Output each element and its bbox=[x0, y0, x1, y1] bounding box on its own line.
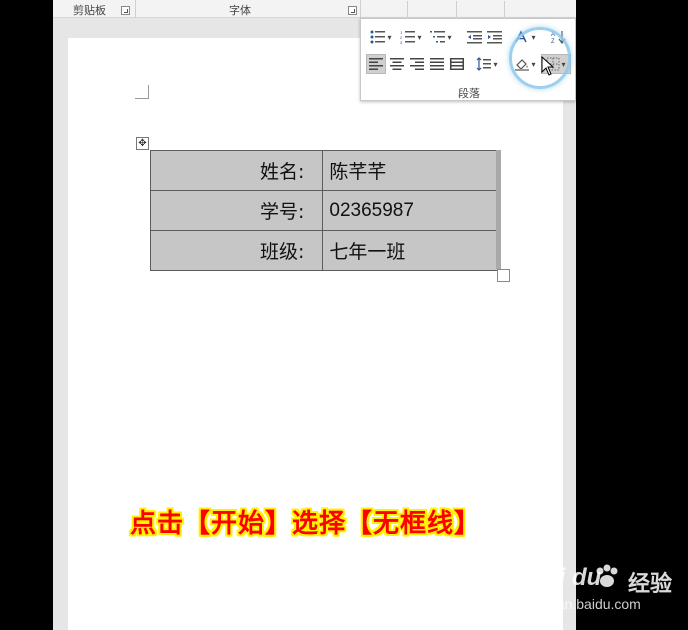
justify-icon bbox=[430, 58, 444, 70]
paragraph-group-label: 段落 bbox=[458, 87, 480, 100]
svg-text:Z: Z bbox=[551, 39, 555, 44]
chevron-down-icon[interactable]: ▾ bbox=[387, 33, 391, 42]
table-row[interactable]: 姓名: 陈芊芊 bbox=[149, 150, 498, 191]
bullets-button[interactable]: ▾ bbox=[367, 27, 395, 47]
decrease-indent-button[interactable] bbox=[465, 27, 485, 47]
justify-button[interactable] bbox=[427, 54, 447, 74]
align-center-icon bbox=[390, 58, 404, 70]
numbering-icon: 123 bbox=[400, 30, 416, 44]
name-value-cell[interactable]: 陈芊芊 bbox=[322, 150, 498, 191]
tab-divider bbox=[407, 1, 408, 19]
table-row[interactable]: 班级: 七年一班 bbox=[149, 230, 498, 271]
sort-icon: AZ bbox=[551, 31, 566, 44]
name-label-cell[interactable]: 姓名: bbox=[149, 150, 324, 191]
table-resize-handle[interactable] bbox=[497, 269, 510, 282]
chinese-layout-icon bbox=[515, 30, 528, 43]
chevron-down-icon[interactable]: ▾ bbox=[561, 60, 565, 69]
multilevel-list-icon bbox=[430, 31, 446, 43]
chevron-down-icon[interactable]: ▾ bbox=[531, 60, 535, 69]
chevron-down-icon[interactable]: ▾ bbox=[447, 33, 451, 42]
font-launcher-icon[interactable] bbox=[348, 6, 357, 15]
clipboard-launcher-icon[interactable] bbox=[121, 6, 130, 15]
bullets-icon bbox=[370, 30, 386, 44]
sort-button[interactable]: AZ bbox=[549, 27, 569, 47]
watermark-url: jingyan.baidu.com bbox=[528, 596, 641, 612]
numbering-button[interactable]: 1 2 3 ▾ bbox=[397, 27, 425, 47]
increase-indent-button[interactable] bbox=[485, 27, 505, 47]
margin-corner-mark bbox=[135, 85, 149, 99]
id-value-cell[interactable]: 02365987 bbox=[322, 190, 498, 231]
table-right-edge bbox=[496, 150, 501, 269]
decrease-indent-icon bbox=[467, 31, 482, 44]
instruction-caption: 点击【开始】选择【无框线】 bbox=[130, 509, 482, 539]
line-spacing-button[interactable]: ▾ bbox=[473, 54, 501, 74]
distributed-button[interactable] bbox=[447, 54, 467, 74]
align-right-icon bbox=[410, 58, 424, 70]
class-value-cell[interactable]: 七年一班 bbox=[322, 230, 498, 271]
multilevel-list-button[interactable]: ▾ bbox=[427, 27, 455, 47]
info-table[interactable]: 姓名: 陈芊芊 学号: 02365987 班级: 七年一班 bbox=[149, 150, 498, 271]
table-move-handle-icon[interactable]: ✥ bbox=[136, 137, 149, 150]
shading-button[interactable]: ▾ bbox=[511, 54, 539, 74]
table-row[interactable]: 学号: 02365987 bbox=[149, 190, 498, 231]
paw-icon bbox=[596, 564, 618, 587]
distributed-icon bbox=[450, 58, 464, 70]
chevron-down-icon[interactable]: ▾ bbox=[493, 60, 497, 69]
chevron-down-icon[interactable]: ▾ bbox=[417, 33, 421, 42]
watermark-brand: 经验 bbox=[628, 572, 673, 597]
group-divider bbox=[360, 0, 361, 18]
tab-divider bbox=[456, 1, 457, 19]
class-label-cell[interactable]: 班级: bbox=[149, 230, 324, 271]
svg-text:A: A bbox=[551, 32, 555, 38]
shading-icon bbox=[515, 59, 530, 71]
group-divider bbox=[135, 0, 136, 18]
tab-divider bbox=[504, 1, 505, 19]
clipboard-group-label: 剪贴板 bbox=[73, 4, 106, 17]
align-right-button[interactable] bbox=[407, 54, 427, 74]
align-center-button[interactable] bbox=[387, 54, 407, 74]
watermark: Bai du 经验 jingyan.baidu.com bbox=[528, 562, 688, 622]
svg-text:3: 3 bbox=[400, 40, 403, 44]
screen: 剪贴板 字体 ✥ 姓名: 陈芊芊 学号: 02365987 班级: 七年一班 ▾… bbox=[0, 0, 688, 630]
align-left-icon bbox=[369, 58, 383, 70]
increase-indent-icon bbox=[487, 31, 502, 44]
line-spacing-icon bbox=[477, 57, 492, 71]
align-left-button[interactable] bbox=[366, 54, 386, 74]
id-label-cell[interactable]: 学号: bbox=[149, 190, 324, 231]
watermark-logo: Bai du bbox=[528, 564, 602, 591]
chevron-down-icon[interactable]: ▾ bbox=[531, 33, 535, 42]
ribbon-group-labels: 剪贴板 字体 bbox=[53, 0, 576, 18]
chinese-layout-button[interactable]: ▾ bbox=[511, 27, 539, 47]
font-group-label: 字体 bbox=[229, 4, 251, 17]
document-page[interactable] bbox=[68, 38, 563, 630]
mouse-cursor-icon bbox=[541, 56, 555, 76]
